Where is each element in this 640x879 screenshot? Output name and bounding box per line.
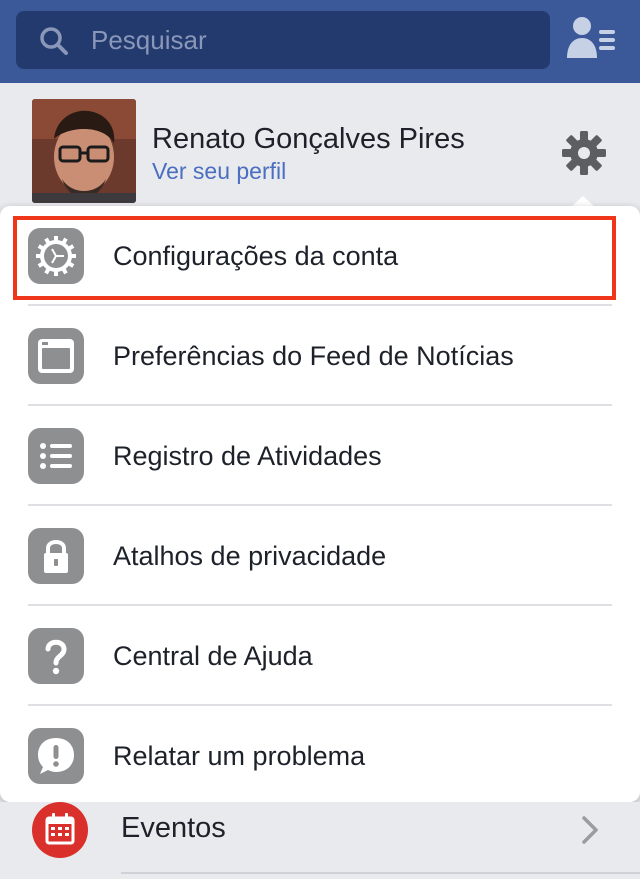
search-icon (40, 27, 68, 55)
menu-item-label: Atalhos de privacidade (113, 541, 387, 571)
question-mark-icon (28, 628, 84, 684)
friend-requests-icon[interactable] (566, 16, 618, 60)
lock-icon (28, 528, 84, 584)
settings-gear-icon[interactable] (560, 129, 608, 177)
exclamation-bubble-icon (28, 728, 84, 784)
list-icon (28, 428, 84, 484)
menu-item-label: Preferências do Feed de Notícias (113, 341, 514, 371)
menu-item-account-settings[interactable]: Configurações da conta (0, 206, 640, 306)
search-bar[interactable]: Pesquisar (16, 11, 550, 69)
sidebar-item-events[interactable]: Eventos (0, 802, 640, 879)
menu-item-label: Registro de Atividades (113, 441, 382, 471)
sidebar-item-label: Eventos (121, 812, 226, 844)
view-profile-link[interactable]: Ver seu perfil (152, 158, 286, 185)
browser-window-icon (28, 328, 84, 384)
avatar[interactable] (32, 99, 136, 203)
profile-header[interactable]: Renato Gonçalves Pires Ver seu perfil (0, 83, 640, 203)
highlight-box (13, 216, 616, 300)
menu-item-report-problem[interactable]: Relatar um problema (0, 706, 640, 806)
top-bar: Pesquisar (0, 0, 640, 83)
calendar-icon (32, 802, 88, 858)
divider (121, 872, 640, 874)
menu-item-help-center[interactable]: Central de Ajuda (0, 606, 640, 706)
menu-item-label: Central de Ajuda (113, 641, 313, 671)
menu-item-activity-log[interactable]: Registro de Atividades (0, 406, 640, 506)
menu-item-label: Relatar um problema (113, 741, 366, 771)
chevron-right-icon (582, 816, 598, 844)
menu-item-privacy-shortcuts[interactable]: Atalhos de privacidade (0, 506, 640, 606)
menu-item-news-feed-preferences[interactable]: Preferências do Feed de Notícias (0, 306, 640, 406)
settings-menu: Configurações da conta Preferências do F… (0, 206, 640, 802)
search-input[interactable]: Pesquisar (91, 24, 207, 56)
avatar-photo (32, 99, 136, 203)
profile-name[interactable]: Renato Gonçalves Pires (152, 123, 465, 156)
